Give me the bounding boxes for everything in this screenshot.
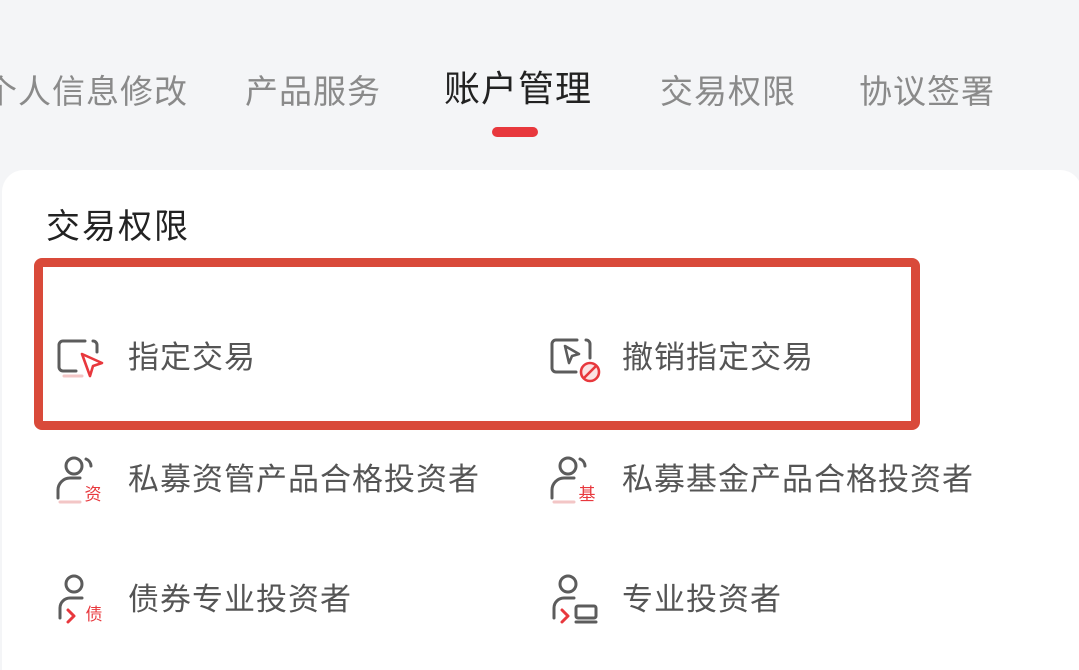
section-title: 交易权限	[46, 207, 190, 247]
menu-item-label: 债券专业投资者	[128, 582, 352, 618]
menu-item-label: 私募基金产品合格投资者	[622, 462, 974, 498]
menu-item-label: 私募资管产品合格投资者	[128, 462, 480, 498]
private-asset-investor-icon: 资	[56, 456, 102, 505]
menu-item-label: 专业投资者	[622, 582, 782, 618]
top-tab-bar: 个人信息修改 产品服务 账户管理 交易权限 协议签署	[0, 0, 1079, 170]
professional-investor-icon	[552, 574, 598, 624]
menu-item-private-asset-investor[interactable]: 资 私募资管产品合格投资者	[52, 450, 480, 510]
tab-agreement-signing[interactable]: 协议签署	[859, 70, 995, 114]
active-tab-indicator	[492, 127, 538, 137]
revoke-designated-trade-icon	[550, 338, 601, 383]
tab-account-management[interactable]: 账户管理	[444, 68, 592, 112]
menu-item-revoke-designated-trade[interactable]: 撤销指定交易	[546, 328, 814, 388]
bond-investor-icon: 债	[58, 574, 103, 625]
menu-item-bond-investor[interactable]: 债 债券专业投资者	[52, 570, 352, 630]
svg-text:债: 债	[86, 605, 103, 625]
menu-item-professional-investor[interactable]: 专业投资者	[546, 570, 782, 630]
private-fund-investor-icon: 基	[550, 456, 596, 505]
menu-item-label: 撤销指定交易	[622, 340, 814, 376]
svg-text:基: 基	[579, 485, 596, 505]
tab-trading-permission[interactable]: 交易权限	[660, 70, 796, 114]
designated-trade-icon	[57, 339, 104, 378]
menu-item-designated-trade[interactable]: 指定交易	[52, 328, 256, 388]
svg-text:资: 资	[85, 485, 102, 505]
menu-item-private-fund-investor[interactable]: 基 私募基金产品合格投资者	[546, 450, 974, 510]
menu-item-label: 指定交易	[128, 340, 256, 376]
tab-product-service[interactable]: 产品服务	[245, 70, 381, 114]
tab-personal-info[interactable]: 个人信息修改	[0, 70, 188, 114]
